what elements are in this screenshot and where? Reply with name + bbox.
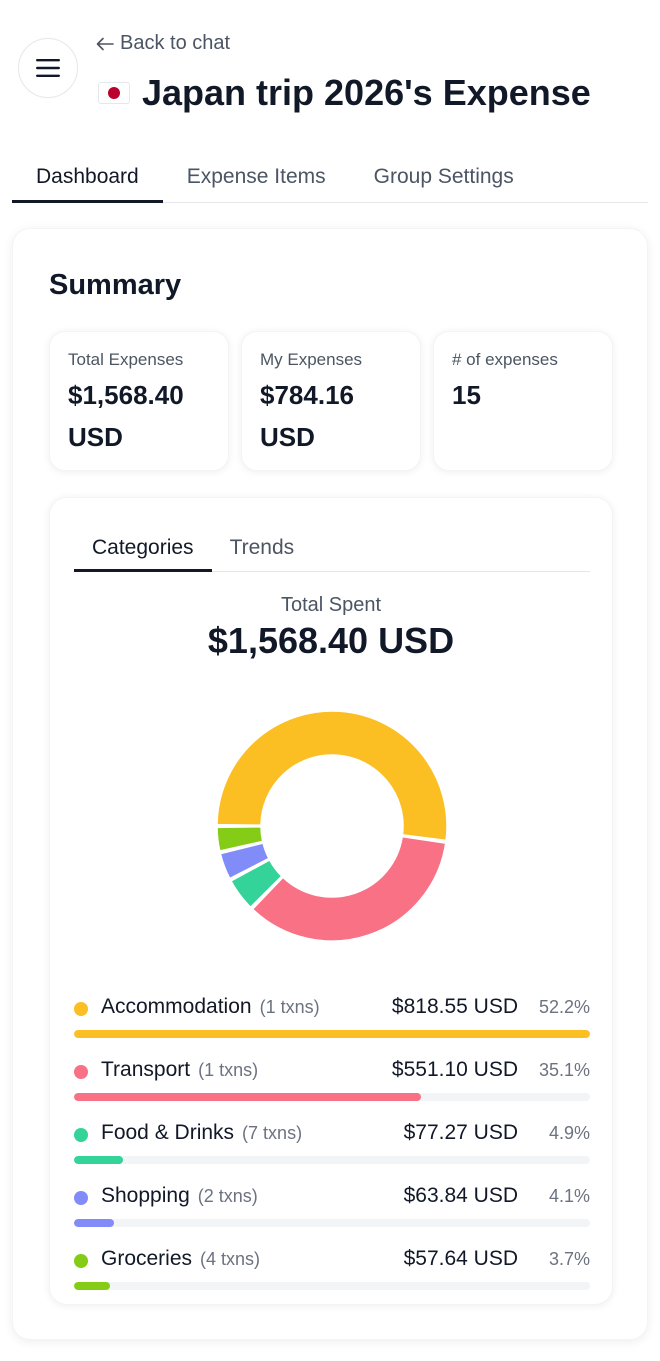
stat-value: $1,568.40 USD (68, 380, 184, 452)
back-to-chat-link[interactable]: Back to chat (96, 32, 230, 55)
category-amount: $77.27 USD (403, 1121, 518, 1144)
total-spent-label: Total Spent (280, 594, 382, 616)
stat-value: $784.16 USD (260, 380, 354, 452)
chart-tabs: Categories Trends (74, 524, 590, 572)
stat-value: 15 (452, 380, 481, 410)
category-progress-fill (74, 1219, 115, 1227)
category-row[interactable]: Transport (1 txns) $551.10 USD 35.1% (74, 1051, 590, 1114)
category-row[interactable]: Shopping (2 txns) $63.84 USD 4.1% (74, 1177, 590, 1240)
category-progress-fill (74, 1156, 123, 1164)
hamburger-menu-icon (36, 59, 60, 77)
category-label: Food & Drinks (101, 1121, 235, 1144)
dashboard-card: Summary Total Expenses $1,568.40 USD My … (12, 228, 648, 1340)
total-expenses-card: Total Expenses $1,568.40 USD (49, 331, 229, 471)
category-label: Transport (101, 1058, 191, 1081)
category-percent: 4.9% (548, 1123, 590, 1143)
category-label: Groceries (101, 1247, 193, 1270)
category-label: Shopping (101, 1184, 190, 1207)
category-progress-track (74, 1219, 590, 1227)
expense-count-card: # of expenses 15 (433, 331, 613, 471)
category-row[interactable]: Food & Drinks (7 txns) $77.27 USD 4.9% (74, 1114, 590, 1177)
category-progress-fill (74, 1030, 590, 1038)
category-progress-fill (74, 1282, 111, 1290)
donut-slice-transport[interactable] (251, 835, 447, 942)
category-name: Transport (1 txns) (101, 1058, 258, 1082)
main-tabs: Dashboard Expense Items Group Settings (12, 150, 648, 203)
category-progress-fill (74, 1093, 422, 1101)
category-amount: $63.84 USD (403, 1184, 518, 1207)
category-progress-track (74, 1093, 590, 1101)
category-name: Groceries (4 txns) (101, 1247, 260, 1271)
category-donut-chart (216, 710, 448, 942)
category-color-dot (74, 1128, 88, 1142)
tab-group-settings[interactable]: Group Settings (350, 150, 538, 203)
category-color-dot (74, 1191, 88, 1205)
category-txn-count: (4 txns) (200, 1249, 261, 1269)
category-name: Food & Drinks (7 txns) (101, 1121, 302, 1145)
donut-slice-accommodation[interactable] (216, 710, 448, 842)
category-progress-track (74, 1030, 590, 1038)
category-percent: 3.7% (548, 1249, 590, 1269)
category-name: Accommodation (1 txns) (101, 995, 320, 1019)
summary-title: Summary (49, 269, 182, 301)
category-list: Accommodation (1 txns) $818.55 USD 52.2% Tra… (74, 988, 590, 1303)
category-txn-count: (2 txns) (197, 1186, 258, 1206)
category-row[interactable]: Accommodation (1 txns) $818.55 USD 52.2% (74, 988, 590, 1051)
category-name: Shopping (2 txns) (101, 1184, 258, 1208)
category-color-dot (74, 1254, 88, 1268)
category-percent: 4.1% (548, 1186, 590, 1206)
tab-dashboard[interactable]: Dashboard (12, 150, 163, 203)
total-spent-value: $1,568.40 USD (207, 620, 455, 661)
stat-label: My Expenses (260, 350, 363, 369)
category-percent: 35.1% (538, 1060, 590, 1080)
category-progress-track (74, 1156, 590, 1164)
my-expenses-card: My Expenses $784.16 USD (241, 331, 421, 471)
arrow-left-icon (96, 37, 114, 50)
stat-label: Total Expenses (68, 350, 184, 369)
japan-flag-icon (98, 82, 130, 104)
category-row[interactable]: Groceries (4 txns) $57.64 USD 3.7% (74, 1240, 590, 1303)
category-color-dot (74, 1002, 88, 1016)
page-title-text: Japan trip 2026's Expense (142, 72, 591, 113)
back-link-label: Back to chat (120, 32, 231, 54)
menu-button[interactable] (18, 38, 78, 98)
category-amount: $57.64 USD (403, 1247, 518, 1270)
tab-categories[interactable]: Categories (74, 524, 212, 572)
spending-chart-card: Categories Trends Total Spent $1,568.40 … (49, 497, 613, 1305)
category-amount: $818.55 USD (391, 995, 518, 1018)
category-txn-count: (7 txns) (242, 1123, 303, 1143)
category-amount: $551.10 USD (391, 1058, 518, 1081)
category-label: Accommodation (101, 995, 252, 1018)
category-txn-count: (1 txns) (198, 1060, 259, 1080)
category-color-dot (74, 1065, 88, 1079)
category-percent: 52.2% (538, 997, 590, 1017)
tab-expense-items[interactable]: Expense Items (163, 150, 350, 203)
tab-trends[interactable]: Trends (212, 524, 313, 572)
page-title: Japan trip 2026's Expense (98, 72, 591, 114)
category-progress-track (74, 1282, 590, 1290)
stat-label: # of expenses (452, 350, 558, 369)
category-txn-count: (1 txns) (259, 997, 320, 1017)
